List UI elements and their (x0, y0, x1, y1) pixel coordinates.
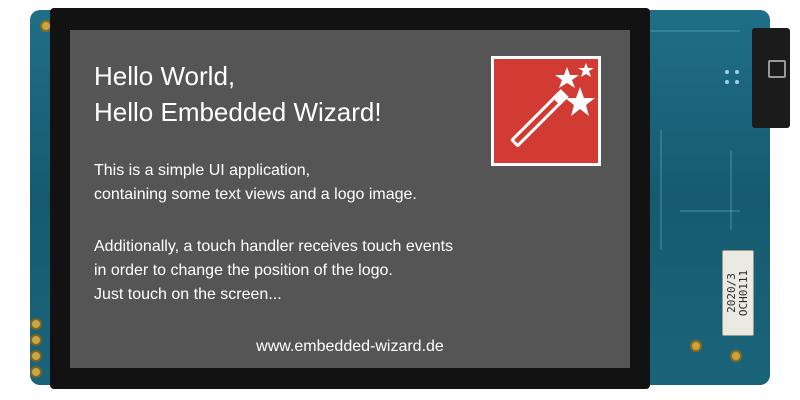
headline-line1: Hello World, (94, 61, 236, 91)
pcb-via (725, 70, 729, 74)
description-line1: This is a simple UI application, (94, 162, 311, 179)
logo-background (494, 59, 598, 163)
connector-pad (30, 334, 42, 346)
board-sticker-text: 2020/3 OCH0111 (725, 269, 750, 317)
pcb-trace (650, 30, 740, 32)
instruction-text: Additionally, a touch handler receives t… (94, 235, 453, 307)
website-url: www.embedded-wizard.de (256, 338, 444, 355)
description-line2: containing some text views and a logo im… (94, 186, 417, 203)
connector-pad (30, 366, 42, 378)
warning-icon (768, 60, 786, 78)
instruction-line2: in order to change the position of the l… (94, 262, 393, 279)
sticker-line2: OCH0111 (737, 269, 750, 317)
headline-line2: Hello Embedded Wizard! (94, 97, 382, 127)
logo-image[interactable] (491, 56, 601, 166)
sd-card-slot (752, 28, 790, 128)
connector-pad (30, 318, 42, 330)
pcb-trace (730, 150, 732, 230)
description-text: This is a simple UI application, contain… (94, 159, 417, 207)
instruction-line3: Just touch on the screen... (94, 286, 282, 303)
touch-screen[interactable]: Hello World, Hello Embedded Wizard! This… (70, 30, 630, 368)
pcb-trace (660, 130, 662, 250)
magic-wand-stars-icon (510, 63, 595, 147)
connector-pad (30, 350, 42, 362)
headline: Hello World, Hello Embedded Wizard! (94, 58, 382, 130)
pcb-via (735, 80, 739, 84)
pcb-via (735, 70, 739, 74)
board-sticker: 2020/3 OCH0111 (722, 250, 754, 336)
pcb-mounting-hole (690, 340, 702, 352)
pcb-via (725, 80, 729, 84)
instruction-line1: Additionally, a touch handler receives t… (94, 238, 454, 255)
pcb-mounting-hole (730, 350, 742, 362)
